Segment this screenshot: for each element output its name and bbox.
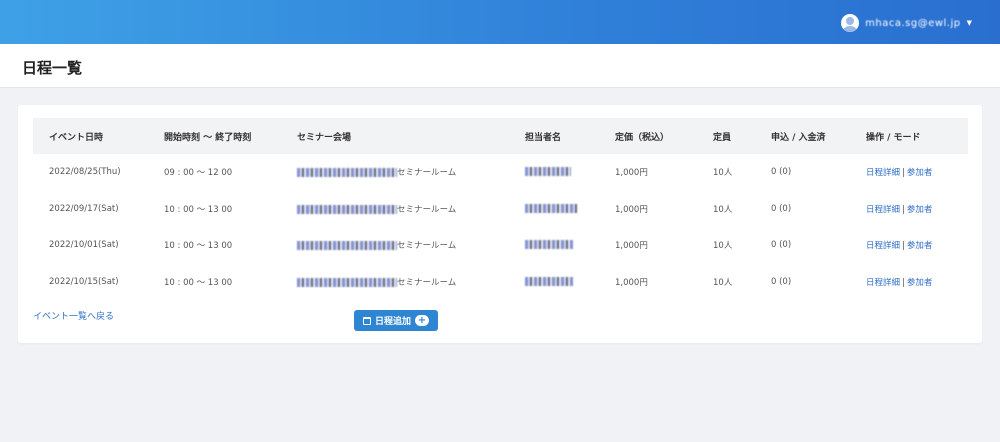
row-staff <box>509 227 599 264</box>
row-operations: 日程詳細 | 参加者 <box>866 168 933 179</box>
table-row: 2022/10/01(Sat) 10 : 00 ～ 13 00 セミナールーム … <box>33 227 968 264</box>
page-header: 日程一覧 <box>0 44 1000 88</box>
col-price: 定価（税込） <box>615 132 670 143</box>
row-time: 10 : 00 ～ 13 00 <box>164 241 233 252</box>
row-applied: 0 (0) <box>771 167 792 178</box>
redacted-venue-name <box>297 277 397 287</box>
plus-icon: + <box>415 315 429 326</box>
row-date: 2022/10/01(Sat) <box>49 240 119 251</box>
table-row: 2022/09/17(Sat) 10 : 00 ～ 13 00 セミナールーム … <box>33 191 968 228</box>
row-applied: 0 (0) <box>771 203 792 214</box>
col-applied: 申込 / 入金済 <box>771 132 826 143</box>
col-operations: 操作 / モード <box>866 132 921 143</box>
row-staff <box>509 191 599 228</box>
redacted-venue-name <box>297 204 397 214</box>
row-date: 2022/10/15(Sat) <box>49 276 119 287</box>
page-title: 日程一覧 <box>22 59 83 77</box>
row-applied: 0 (0) <box>771 276 792 287</box>
row-applied: 0 (0) <box>771 240 792 251</box>
col-time: 開始時刻 ～ 終了時刻 <box>164 132 252 143</box>
schedule-detail-link[interactable]: 日程詳細 <box>866 168 900 178</box>
row-operations: 日程詳細 | 参加者 <box>866 277 933 288</box>
back-to-events-link[interactable]: イベント一覧へ戻る <box>33 309 114 322</box>
row-staff <box>509 154 599 191</box>
redacted-staff-name <box>525 167 571 177</box>
redacted-staff-name <box>525 203 577 213</box>
row-venue: セミナールーム <box>281 227 509 264</box>
row-operations: 日程詳細 | 参加者 <box>866 204 933 215</box>
participants-link[interactable]: 参加者 <box>907 205 933 215</box>
redacted-staff-name <box>525 276 573 286</box>
participants-link[interactable]: 参加者 <box>907 278 933 288</box>
row-price: 1,000円 <box>615 204 648 215</box>
table-row: 2022/08/25(Thu) 09 : 00 ～ 12 00 セミナールーム … <box>33 154 968 191</box>
row-price: 1,000円 <box>615 168 648 179</box>
add-schedule-button[interactable]: 日程追加 + <box>354 310 438 331</box>
calendar-icon <box>362 316 371 325</box>
redacted-venue-name <box>297 241 397 251</box>
row-price: 1,000円 <box>615 277 648 288</box>
row-venue: セミナールーム <box>281 264 509 301</box>
row-date: 2022/09/17(Sat) <box>49 203 119 214</box>
top-navbar: mhaca.sg@ewl.jp ▼ <box>0 0 1000 44</box>
col-event-date: イベント日時 <box>49 132 104 143</box>
row-capacity: 10人 <box>713 168 733 179</box>
col-venue: セミナー会場 <box>297 132 352 143</box>
schedule-detail-link[interactable]: 日程詳細 <box>866 278 900 288</box>
row-time: 10 : 00 ～ 13 00 <box>164 204 233 215</box>
row-operations: 日程詳細 | 参加者 <box>866 241 933 252</box>
redacted-staff-name <box>525 240 573 250</box>
row-capacity: 10人 <box>713 204 733 215</box>
schedule-detail-link[interactable]: 日程詳細 <box>866 205 900 215</box>
row-time: 10 : 00 ～ 13 00 <box>164 277 233 288</box>
user-menu[interactable]: mhaca.sg@ewl.jp ▼ <box>841 13 972 33</box>
participants-link[interactable]: 参加者 <box>907 241 933 251</box>
participants-link[interactable]: 参加者 <box>907 168 933 178</box>
row-price: 1,000円 <box>615 241 648 252</box>
col-staff: 担当者名 <box>525 132 562 143</box>
col-capacity: 定員 <box>713 132 732 143</box>
schedule-detail-link[interactable]: 日程詳細 <box>866 241 900 251</box>
row-capacity: 10人 <box>713 277 733 288</box>
user-avatar-icon <box>841 14 860 32</box>
add-schedule-label: 日程追加 <box>374 317 411 327</box>
redacted-venue-name <box>297 168 397 178</box>
row-time: 09 : 00 ～ 12 00 <box>164 168 233 179</box>
row-venue: セミナールーム <box>281 154 509 191</box>
chevron-down-icon: ▼ <box>966 19 972 27</box>
row-capacity: 10人 <box>713 241 733 252</box>
schedule-card: イベント日時 開始時刻 ～ 終了時刻 セミナー会場 担当者名 定価（税込） 定員… <box>18 105 982 343</box>
table-row: 2022/10/15(Sat) 10 : 00 ～ 13 00 セミナールーム … <box>33 264 968 301</box>
row-date: 2022/08/25(Thu) <box>49 167 121 178</box>
user-name: mhaca.sg@ewl.jp <box>865 17 961 29</box>
schedule-table: イベント日時 開始時刻 ～ 終了時刻 セミナー会場 担当者名 定価（税込） 定員… <box>33 118 968 300</box>
row-venue: セミナールーム <box>281 191 509 228</box>
table-header-row: イベント日時 開始時刻 ～ 終了時刻 セミナー会場 担当者名 定価（税込） 定員… <box>33 118 968 154</box>
row-staff <box>509 264 599 301</box>
